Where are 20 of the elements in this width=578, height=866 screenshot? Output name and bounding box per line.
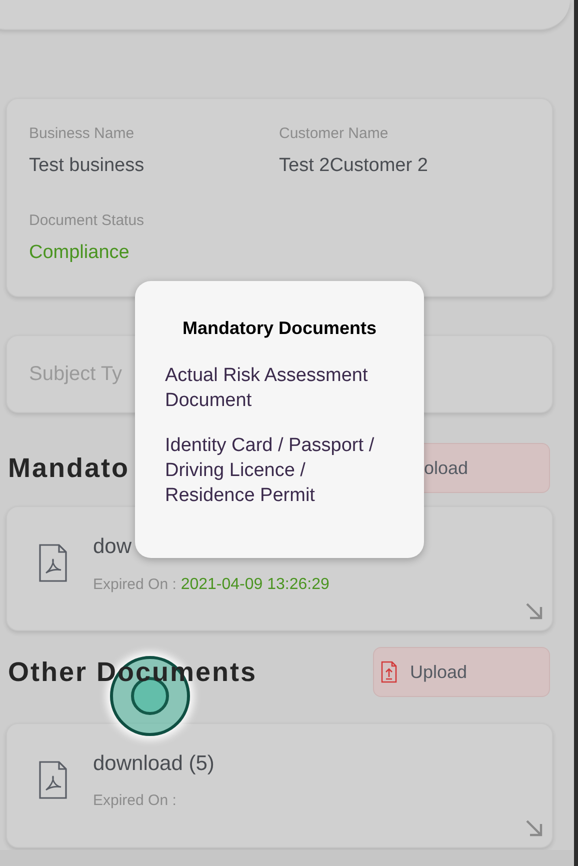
upload-file-icon <box>381 661 397 683</box>
field-value: Compliance <box>29 240 130 264</box>
document-name: download (5) <box>93 751 214 777</box>
field-value: Test 2Customer 2 <box>279 154 429 178</box>
arrow-icon <box>525 602 543 620</box>
upload-button[interactable]: Upload <box>373 647 550 697</box>
document-requirement: Actual Risk Assessment Document <box>165 364 369 413</box>
document-requirement: Identity Card / Passport / Driving Licence / Residence Permit <box>165 434 376 508</box>
expiry-text: Expired On : 2021-04-09 13:26:29 <box>93 574 330 594</box>
field-label: Business Name <box>29 124 136 144</box>
field-label: Customer Name <box>279 124 390 144</box>
arrow-icon <box>525 819 543 837</box>
upload-button[interactable]: oload <box>422 443 550 493</box>
expiry-text: Expired On : <box>93 790 178 810</box>
document-name: dow <box>93 534 133 560</box>
field-label: Document Status <box>29 211 146 231</box>
section-heading: Mandato <box>8 452 130 485</box>
pdf-file-icon <box>38 543 68 583</box>
field-value: Test business <box>29 154 146 178</box>
pdf-file-icon <box>38 760 68 800</box>
